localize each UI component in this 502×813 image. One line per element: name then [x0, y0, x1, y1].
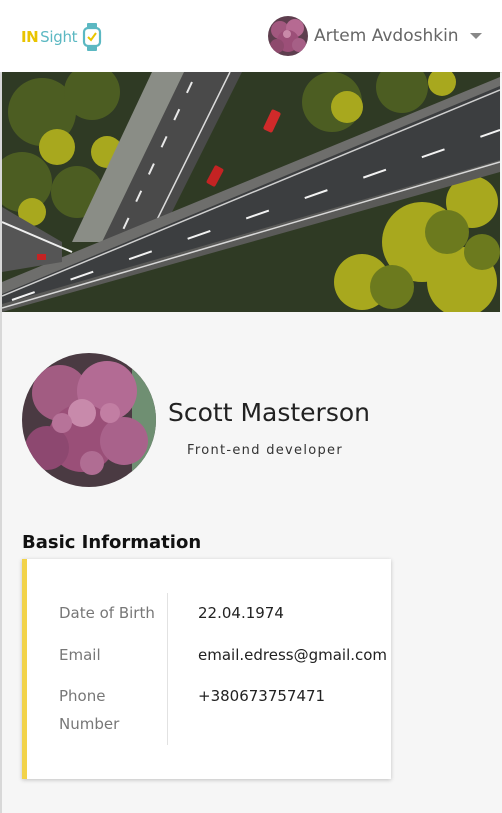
user-name[interactable]: Artem Avdoshkin	[314, 26, 459, 46]
avatar[interactable]	[268, 16, 308, 56]
dob-value: 22.04.1974	[198, 604, 284, 622]
section-title: Basic Information	[22, 532, 202, 553]
profile-name: Scott Masterson	[168, 398, 371, 427]
card-divider	[167, 593, 168, 745]
profile-role: Front-end developer	[187, 443, 343, 458]
profile-avatar	[22, 353, 156, 487]
page-edge	[0, 72, 2, 813]
email-value[interactable]: email.edress@gmail.com	[198, 641, 387, 669]
phone-value[interactable]: +380673757471	[198, 682, 325, 710]
cover-image	[2, 72, 500, 312]
email-label: Email	[59, 646, 101, 664]
top-bar: IN Sight Artem Avdoshkin	[0, 0, 502, 73]
user-menu[interactable]: Artem Avdoshkin	[268, 16, 459, 56]
app-logo[interactable]: IN Sight	[21, 22, 102, 52]
phone-label: Phone Number	[59, 687, 120, 733]
dob-label: Date of Birth	[59, 604, 155, 622]
logo-text-sight: Sight	[40, 28, 78, 46]
chevron-down-icon[interactable]	[470, 33, 482, 39]
smartwatch-icon	[82, 22, 102, 52]
basic-info-card: Date of Birth 22.04.1974 Email email.edr…	[22, 559, 391, 779]
logo-text-in: IN	[21, 28, 39, 46]
